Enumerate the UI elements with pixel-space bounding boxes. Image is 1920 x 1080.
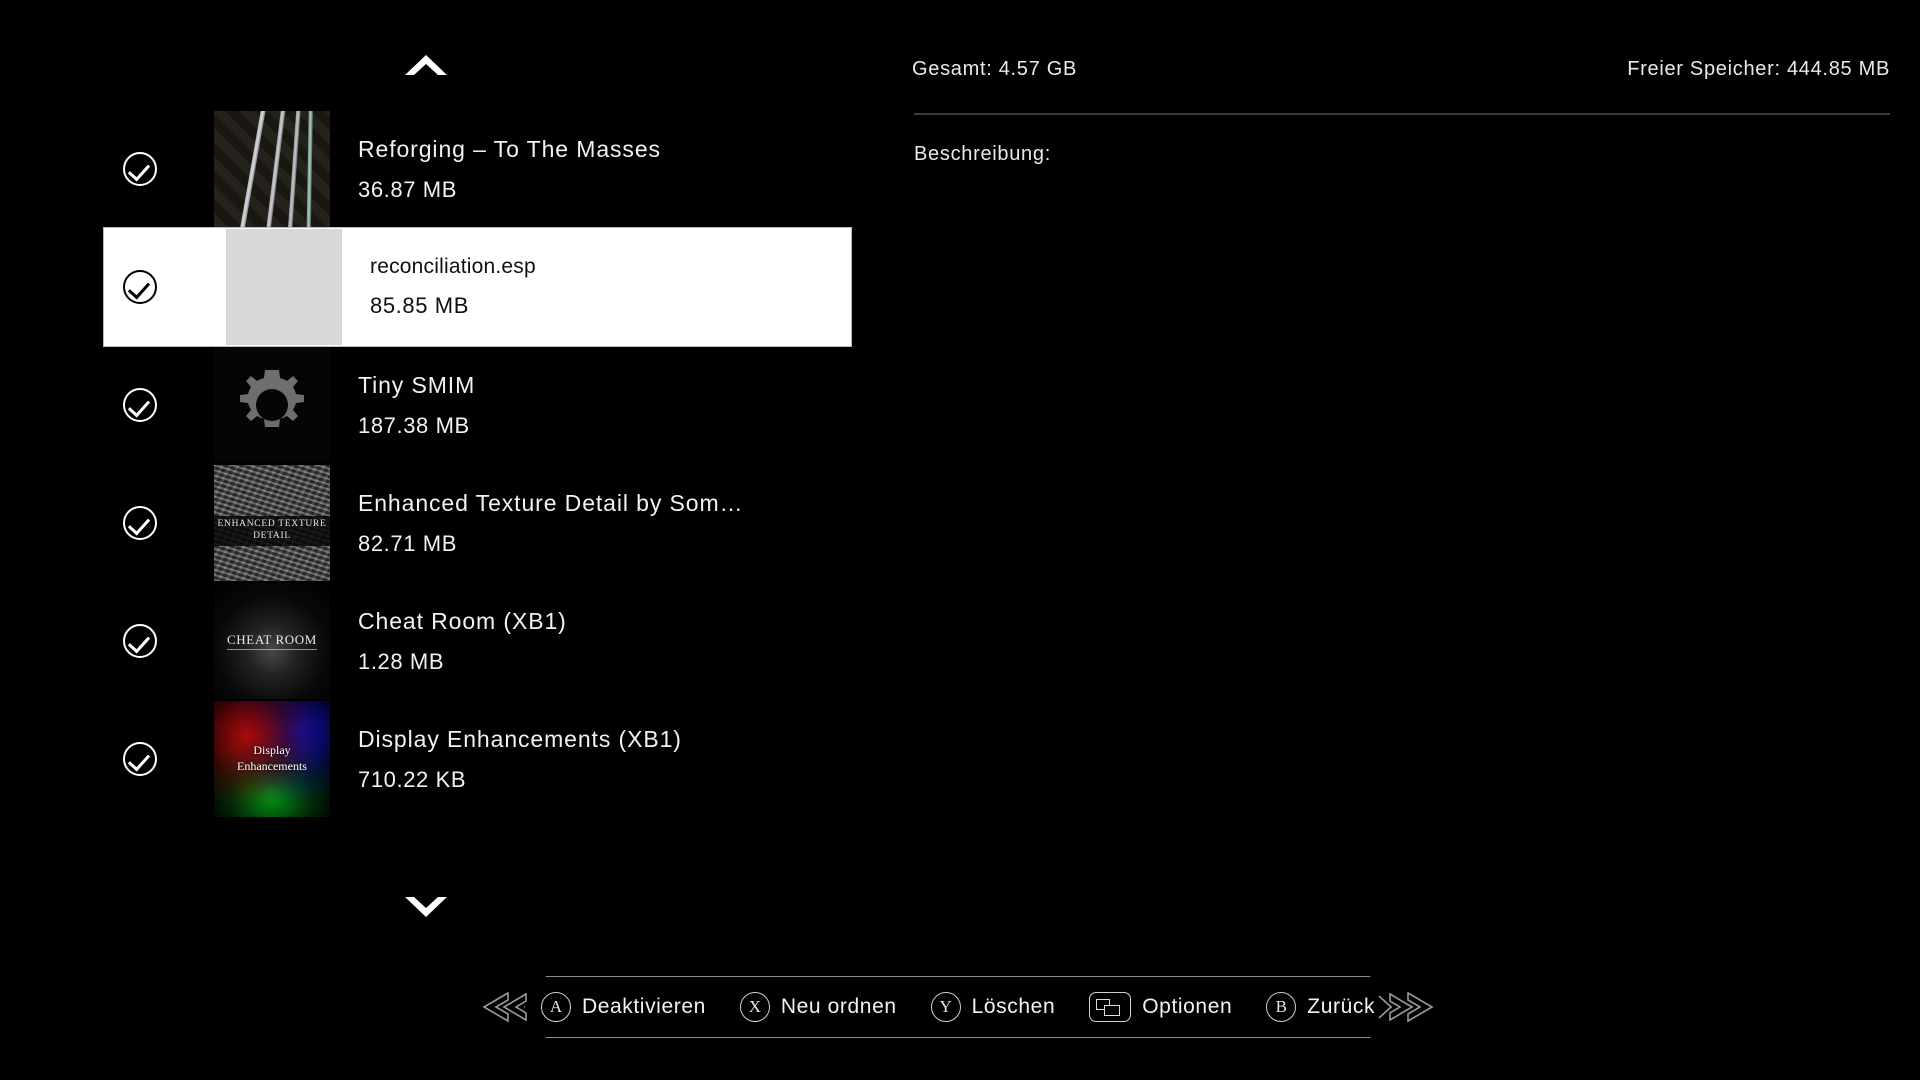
mod-enabled-toggle[interactable] — [104, 270, 176, 304]
mod-thumbnail: ENHANCED TEXTURE DETAIL — [214, 465, 330, 581]
bar-button-label: Löschen — [971, 995, 1056, 1018]
scroll-up-chevron[interactable] — [396, 48, 456, 82]
thumbnail-cheatroom-art: CHEAT ROOM — [214, 583, 330, 699]
mod-text: reconciliation.esp 85.85 MB — [370, 255, 536, 319]
mod-thumbnail — [214, 111, 330, 227]
check-circle-icon — [123, 152, 157, 186]
bar-button-optionen[interactable]: Optionen — [1089, 992, 1232, 1022]
mod-title: Tiny SMIM — [358, 371, 476, 398]
mod-size: 710.22 KB — [358, 766, 467, 792]
chevron-down-icon — [405, 897, 447, 917]
bar-button-zurück[interactable]: B Zurück — [1266, 992, 1375, 1022]
mod-rows: Reforging – To The Masses 36.87 MB reconci… — [0, 110, 920, 818]
bar-button-label: Neu ordnen — [780, 995, 897, 1018]
mod-enabled-toggle[interactable] — [104, 742, 176, 776]
mod-size: 85.85 MB — [370, 293, 469, 318]
chevron-up-icon — [405, 55, 447, 75]
mod-text: Display Enhancements (XB1) 710.22 KB — [358, 726, 682, 793]
bar-button-label: Deaktivieren — [581, 995, 706, 1018]
mod-size: 36.87 MB — [358, 176, 457, 202]
check-circle-icon — [123, 624, 157, 658]
mod-text: Tiny SMIM 187.38 MB — [358, 372, 475, 439]
mod-text: Reforging – To The Masses 36.87 MB — [358, 136, 661, 203]
mod-size: 1.28 MB — [358, 648, 445, 674]
mod-title: Enhanced Texture Detail by Som… — [358, 489, 744, 516]
mod-enabled-toggle[interactable] — [104, 506, 176, 540]
mod-list-panel: Reforging – To The Masses 36.87 MB reconci… — [0, 0, 920, 1080]
thumbnail-caption-line2: DETAIL — [253, 531, 291, 542]
check-circle-icon — [123, 388, 157, 422]
mod-title: reconciliation.esp — [370, 255, 536, 278]
gear-icon — [240, 370, 304, 427]
thumbnail-texture-art: ENHANCED TEXTURE DETAIL — [214, 465, 330, 581]
mod-text: Enhanced Texture Detail by Som… 82.71 MB — [358, 490, 743, 557]
mod-size: 187.38 MB — [358, 412, 470, 438]
free-storage-label: Freier Speicher: 444.85 MB — [1627, 58, 1890, 80]
mod-thumbnail: Display Enhancements — [214, 701, 330, 817]
mod-enabled-toggle[interactable] — [104, 624, 176, 658]
mod-row-selected[interactable]: reconciliation.esp 85.85 MB — [104, 228, 851, 346]
mod-row[interactable]: ENHANCED TEXTURE DETAIL Enhanced Texture D… — [0, 464, 747, 582]
button-bar: A Deaktivieren X Neu ordnen Y Löschen Optionen… — [478, 976, 1438, 1038]
bar-button-neu-ordnen[interactable]: X Neu ordnen — [739, 992, 897, 1022]
mod-text: Cheat Room (XB1) 1.28 MB — [358, 608, 567, 675]
mod-row[interactable]: Display Enhancements Display Enhancements … — [0, 700, 747, 818]
thumbnail-swords-art — [214, 111, 330, 227]
mod-thumbnail — [226, 229, 342, 345]
info-panel: Gesamt: 4.57 GB Freier Speicher: 444.85 … — [900, 0, 1920, 1080]
description-label: Beschreibung: — [914, 143, 1051, 165]
mod-title: Reforging – To The Masses — [358, 135, 661, 162]
check-circle-icon — [123, 270, 157, 304]
mod-thumbnail — [214, 347, 330, 463]
total-storage-label: Gesamt: 4.57 GB — [912, 58, 1078, 80]
mod-row[interactable]: Reforging – To The Masses 36.87 MB — [0, 110, 747, 228]
bar-button-label: Optionen — [1142, 995, 1233, 1018]
bar-button-deaktivieren[interactable]: A Deaktivieren — [540, 992, 706, 1022]
check-circle-icon — [123, 506, 157, 540]
view-button-icon — [1089, 992, 1132, 1022]
mod-enabled-toggle[interactable] — [104, 152, 176, 186]
mod-manager-screen: Reforging – To The Masses 36.87 MB reconci… — [0, 0, 1920, 1080]
mod-title: Cheat Room (XB1) — [358, 607, 567, 634]
info-divider — [914, 113, 1890, 115]
button-x-icon: X — [739, 992, 770, 1022]
button-bar-items: A Deaktivieren X Neu ordnen Y Löschen Optionen… — [524, 976, 1392, 1038]
button-y-icon: Y — [930, 992, 961, 1022]
button-b-icon: B — [1266, 992, 1297, 1022]
thumbnail-caption-line1: ENHANCED TEXTURE — [217, 519, 327, 530]
bar-button-löschen[interactable]: Y Löschen — [930, 992, 1056, 1022]
mod-row[interactable]: CHEAT ROOM Cheat Room (XB1) 1.28 MB — [0, 582, 747, 700]
mod-enabled-toggle[interactable] — [104, 388, 176, 422]
thumbnail-placeholder — [226, 229, 342, 345]
scroll-down-chevron[interactable] — [396, 890, 456, 924]
mod-row[interactable]: Tiny SMIM 187.38 MB — [0, 346, 747, 464]
thumbnail-caption: ENHANCED TEXTURE DETAIL — [214, 516, 330, 547]
thumbnail-display-art: Display Enhancements — [214, 701, 330, 817]
storage-row: Gesamt: 4.57 GB Freier Speicher: 444.85 … — [912, 58, 1890, 81]
thumbnail-gear-art — [214, 347, 330, 463]
thumbnail-caption: CHEAT ROOM — [227, 632, 317, 650]
check-circle-icon — [123, 742, 157, 776]
mod-thumbnail: CHEAT ROOM — [214, 583, 330, 699]
mod-size: 82.71 MB — [358, 530, 457, 556]
thumbnail-caption: Display Enhancements — [237, 743, 307, 773]
bar-button-label: Zurück — [1307, 995, 1376, 1018]
mod-title: Display Enhancements (XB1) — [358, 725, 682, 752]
button-a-icon: A — [540, 992, 571, 1022]
bar-decoration-right-icon — [1378, 991, 1434, 1023]
